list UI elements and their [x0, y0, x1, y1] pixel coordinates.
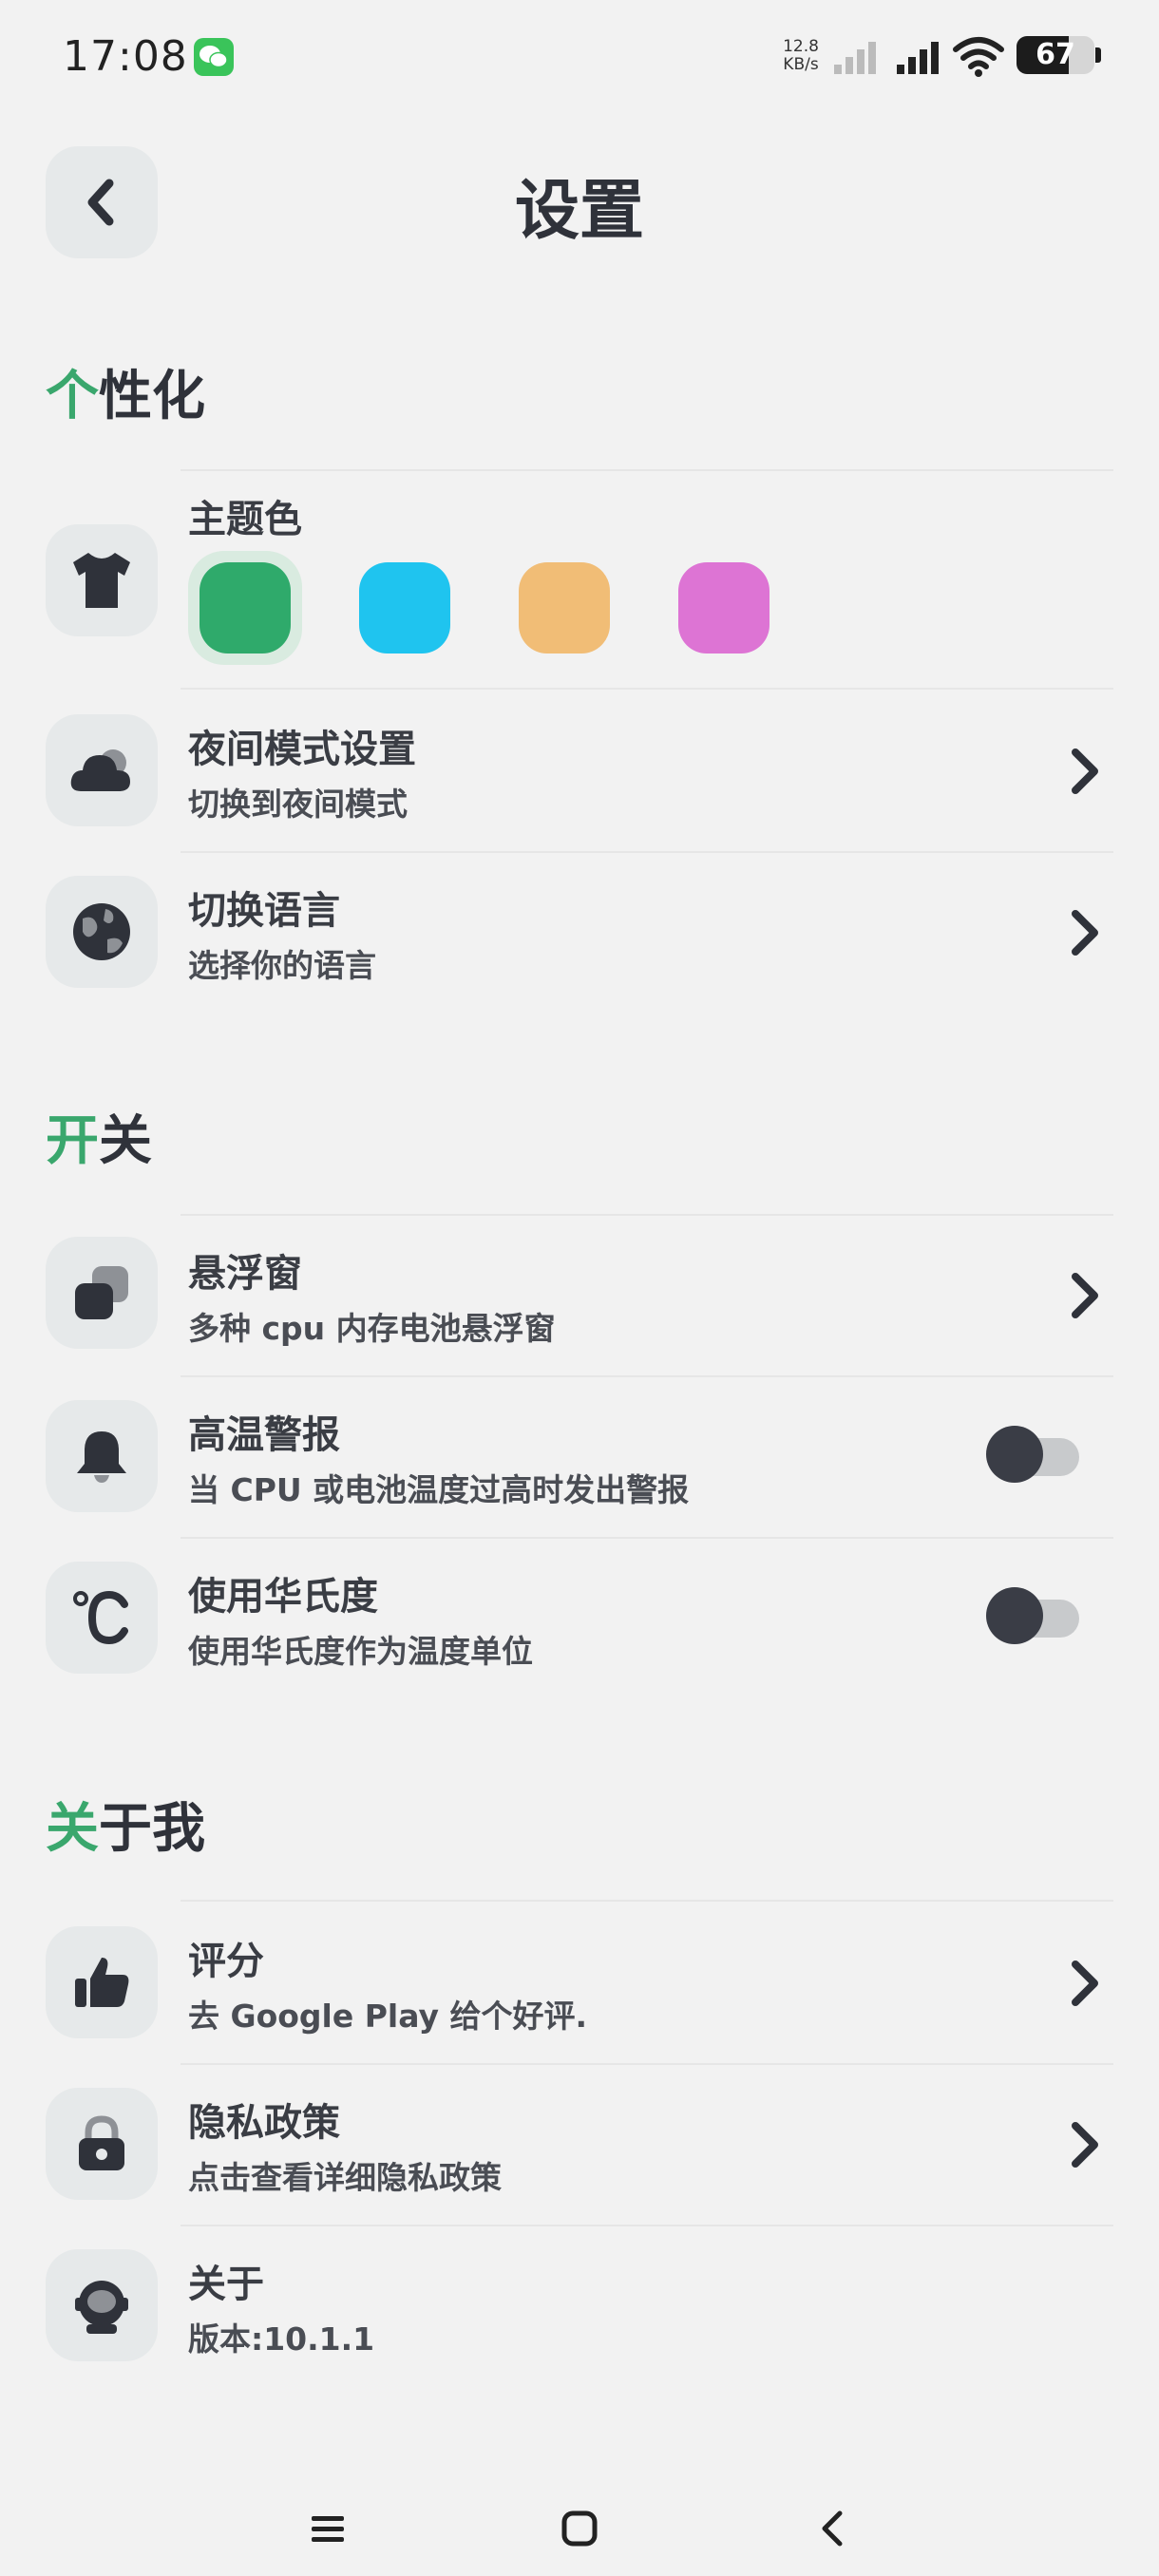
section-title-rest: 于我	[99, 1798, 205, 1860]
status-time: 17:08	[63, 32, 188, 81]
high-temp-alert-title: 高温警报	[188, 1413, 340, 1457]
fahrenheit-title: 使用华氏度	[188, 1575, 378, 1619]
battery-icon: 67	[1016, 36, 1094, 74]
page-title: 设置	[514, 174, 644, 249]
privacy-subtitle: 点击查看详细隐私政策	[188, 2159, 502, 2196]
divider	[180, 1214, 1113, 1216]
menu-icon[interactable]	[310, 2513, 346, 2546]
theme-swatch-orange[interactable]	[519, 562, 610, 653]
divider	[180, 688, 1113, 690]
rating-title: 评分	[188, 1940, 264, 1983]
astronaut-icon	[46, 2249, 158, 2361]
chevron-right-icon	[1072, 2122, 1098, 2168]
bell-icon	[46, 1400, 158, 1512]
divider	[180, 1537, 1113, 1539]
night-cloud-icon	[46, 714, 158, 826]
privacy-title: 隐私政策	[188, 2101, 340, 2145]
language-title: 切换语言	[188, 889, 340, 933]
night-mode-subtitle: 切换到夜间模式	[188, 786, 408, 823]
high-temp-alert-toggle[interactable]	[986, 1426, 1081, 1483]
layers-icon	[46, 1237, 158, 1349]
divider	[180, 1375, 1113, 1377]
wechat-icon	[194, 38, 234, 76]
theme-swatch-green[interactable]	[200, 562, 291, 653]
rating-subtitle: 去 Google Play 给个好评.	[188, 1998, 588, 2035]
section-title-rest: 性化	[99, 366, 205, 427]
section-title-accent: 关	[46, 1798, 99, 1860]
language-subtitle: 选择你的语言	[188, 947, 376, 984]
about-title: 关于	[188, 2263, 264, 2306]
net-speed-unit: KB/s	[783, 55, 819, 74]
signal-icon	[897, 42, 939, 74]
floating-window-subtitle: 多种 cpu 内存电池悬浮窗	[188, 1310, 556, 1347]
home-icon[interactable]	[560, 2510, 598, 2548]
thumbs-up-icon	[46, 1926, 158, 2038]
wifi-icon	[953, 37, 1004, 77]
chevron-right-icon	[1072, 1273, 1098, 1318]
divider	[180, 851, 1113, 853]
globe-icon	[46, 876, 158, 988]
fahrenheit-toggle[interactable]	[986, 1587, 1081, 1644]
lock-icon	[46, 2088, 158, 2200]
divider	[180, 2063, 1113, 2065]
back-icon[interactable]	[815, 2508, 849, 2549]
night-mode-title: 夜间模式设置	[188, 728, 416, 771]
net-speed-value: 12.8	[783, 37, 819, 56]
fahrenheit-subtitle: 使用华氏度作为温度单位	[188, 1633, 533, 1670]
floating-window-title: 悬浮窗	[188, 1252, 302, 1296]
theme-swatch-cyan[interactable]	[359, 562, 450, 653]
section-title-rest: 关	[99, 1110, 152, 1172]
celsius-icon	[46, 1562, 158, 1674]
divider	[180, 1900, 1113, 1902]
theme-color-title: 主题色	[188, 498, 302, 541]
divider	[180, 469, 1113, 471]
about-subtitle: 版本:10.1.1	[188, 2320, 375, 2358]
navigation-bar	[0, 2470, 1159, 2576]
high-temp-alert-subtitle: 当 CPU 或电池温度过高时发出警报	[188, 1471, 690, 1508]
status-bar: 17:08 12.8 KB/s 67	[0, 0, 1159, 114]
tshirt-icon	[46, 524, 158, 636]
theme-swatch-pink[interactable]	[678, 562, 770, 653]
section-title-about-me: 关于我	[46, 1786, 205, 1863]
section-title-accent: 开	[46, 1110, 99, 1172]
section-title-personalization: 个性化	[46, 353, 205, 430]
battery-nub	[1095, 47, 1101, 63]
section-title-switches: 开关	[46, 1098, 152, 1175]
section-title-accent: 个	[46, 366, 99, 427]
divider	[180, 2225, 1113, 2226]
battery-level: 67	[1036, 38, 1075, 71]
net-speed: 12.8 KB/s	[777, 38, 825, 74]
chevron-right-icon	[1072, 748, 1098, 794]
signal-icon	[834, 42, 876, 74]
chevron-right-icon	[1072, 910, 1098, 956]
chevron-right-icon	[1072, 1960, 1098, 2006]
